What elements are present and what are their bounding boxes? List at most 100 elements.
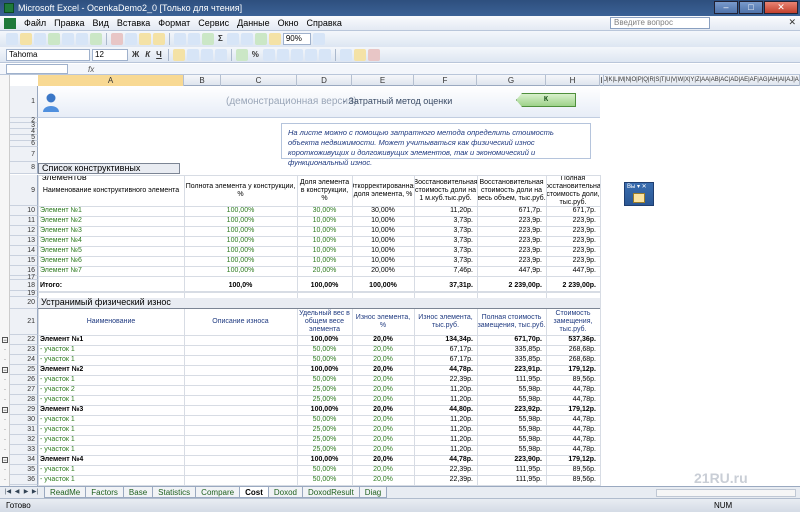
wear-weight[interactable]: 50,00% (297, 415, 352, 425)
wear-full[interactable]: 55,98р. (477, 445, 546, 455)
worksheet-grid[interactable]: A B C D E F G H I J|K|L|M|N|O|P|Q|R|S|T|U|V|W|X|Y… (0, 75, 800, 486)
element-name[interactable]: Элемент №3 (38, 226, 184, 236)
italic-icon[interactable]: К (143, 49, 152, 61)
wear-percent[interactable]: 20,0% (352, 435, 414, 445)
element-per[interactable]: 3,73р. (414, 246, 477, 256)
wear-name[interactable]: - участок 1 (38, 475, 184, 485)
next-tab-icon[interactable]: ▶ (22, 488, 30, 497)
wear-percent[interactable]: 20,0% (352, 465, 414, 475)
element-vol[interactable]: 223,9р. (477, 256, 546, 266)
wear-replacement[interactable]: 44,78р. (546, 435, 600, 445)
help-icon[interactable] (312, 33, 325, 45)
wear-weight[interactable]: 50,00% (297, 355, 352, 365)
spelling-icon[interactable] (90, 33, 102, 45)
hyperlink-icon[interactable] (202, 33, 214, 45)
table1-header[interactable]: Наименование конструктивного элемента (38, 175, 184, 206)
element-adj[interactable]: 10,00% (352, 256, 414, 266)
table1-header[interactable]: Доля элемента в конструкции, % (297, 175, 352, 206)
close-button[interactable]: ✕ (764, 1, 798, 14)
column-header-3[interactable]: D (297, 75, 352, 86)
element-per[interactable]: 3,73р. (414, 236, 477, 246)
wear-replacement[interactable]: 268,68р. (546, 345, 600, 355)
element-adj[interactable]: 10,00% (352, 216, 414, 226)
element-per[interactable]: 3,73р. (414, 256, 477, 266)
element-vol[interactable]: 223,9р. (477, 216, 546, 226)
wear-replacement[interactable]: 179,12р. (546, 365, 600, 375)
wear-weight[interactable]: 50,00% (297, 375, 352, 385)
element-name[interactable]: Элемент №7 (38, 266, 184, 276)
table2-header[interactable]: Износ элемента, % (352, 309, 414, 335)
wear-replacement[interactable]: 44,78р. (546, 415, 600, 425)
permission-icon[interactable] (48, 33, 60, 45)
wear-name[interactable]: - участок 2 (38, 385, 184, 395)
wear-percent[interactable]: 20,0% (352, 475, 414, 485)
element-full[interactable]: 100,00% (184, 216, 297, 226)
column-header-1[interactable]: B (184, 75, 221, 86)
element-share[interactable]: 10,00% (297, 216, 352, 226)
wear-replacement[interactable]: 44,78р. (546, 395, 600, 405)
element-name[interactable]: Элемент №1 (38, 206, 184, 216)
wear-replacement[interactable]: 89,56р. (546, 475, 600, 485)
align-left-icon[interactable] (172, 48, 185, 61)
sheet-tab-doxod[interactable]: Doxod (267, 487, 303, 498)
wear-amount[interactable]: 44,78р. (414, 365, 477, 375)
wear-name[interactable]: - участок 1 (38, 355, 184, 365)
wear-full[interactable]: 55,98р. (477, 425, 546, 435)
element-total[interactable]: 223,9р. (546, 236, 600, 246)
wear-name[interactable]: Элемент №4 (38, 455, 184, 465)
wear-weight[interactable]: 25,00% (297, 395, 352, 405)
wear-amount[interactable]: 11,20р. (414, 435, 477, 445)
menu-window[interactable]: Окно (274, 18, 303, 28)
cut-icon[interactable] (111, 33, 123, 45)
underline-icon[interactable]: Ч (154, 49, 164, 61)
wear-full[interactable]: 223,92р. (477, 405, 546, 415)
wear-amount[interactable]: 44,78р. (414, 455, 477, 465)
wear-amount[interactable]: 11,20р. (414, 415, 477, 425)
row-header[interactable]: 10 (10, 206, 38, 216)
font-color-icon[interactable] (367, 48, 380, 61)
wear-name[interactable]: - участок 1 (38, 425, 184, 435)
excel-doc-icon[interactable] (4, 17, 16, 29)
bold-icon[interactable]: Ж (130, 49, 141, 61)
element-adj[interactable]: 10,00% (352, 236, 414, 246)
wear-full[interactable]: 55,98р. (477, 415, 546, 425)
percent-icon[interactable]: % (250, 49, 261, 61)
row-header[interactable]: 22 (10, 335, 38, 345)
wear-amount[interactable]: 22,39р. (414, 465, 477, 475)
wear-replacement[interactable]: 179,12р. (546, 405, 600, 415)
wear-amount[interactable]: 11,20р. (414, 395, 477, 405)
row-header[interactable]: 34 (10, 455, 38, 465)
table1-header[interactable]: Откорректированная доля элемента, % (352, 175, 414, 206)
help-search-input[interactable]: Введите вопрос (610, 17, 710, 29)
wear-replacement[interactable]: 89,56р. (546, 375, 600, 385)
format-painter-icon[interactable] (153, 33, 165, 45)
total-per[interactable]: 37,31р. (414, 280, 477, 291)
prev-tab-icon[interactable]: ◀ (13, 488, 21, 497)
wear-weight[interactable]: 100,00% (297, 365, 352, 375)
wear-amount[interactable]: 134,34р. (414, 335, 477, 345)
element-total[interactable]: 447,9р. (546, 266, 600, 276)
table2-header[interactable]: Описание износа (184, 309, 297, 335)
drawing-icon[interactable] (268, 33, 281, 45)
element-full[interactable]: 100,00% (184, 266, 297, 276)
wear-replacement[interactable]: 89,56р. (546, 465, 600, 475)
row-header[interactable]: 27 (10, 385, 38, 395)
wear-replacement[interactable]: 179,12р. (546, 455, 600, 465)
wear-name[interactable]: - участок 1 (38, 445, 184, 455)
menu-tools[interactable]: Сервис (194, 18, 233, 28)
total-share[interactable]: 100,00% (297, 280, 352, 291)
element-name[interactable]: Элемент №4 (38, 236, 184, 246)
element-adj[interactable]: 20,00% (352, 266, 414, 276)
element-total[interactable]: 223,9р. (546, 246, 600, 256)
row-header[interactable]: 24 (10, 355, 38, 365)
wear-weight[interactable]: 25,00% (297, 435, 352, 445)
wear-weight[interactable]: 50,00% (297, 465, 352, 475)
wear-name[interactable]: - участок 1 (38, 375, 184, 385)
open-icon[interactable] (20, 33, 32, 45)
row-header[interactable]: 30 (10, 415, 38, 425)
workbook-close-icon[interactable]: ✕ (788, 17, 796, 28)
decrease-indent-icon[interactable] (304, 48, 317, 61)
outline-collapse-icon[interactable]: − (2, 407, 8, 414)
wear-amount[interactable]: 22,39р. (414, 375, 477, 385)
new-icon[interactable] (6, 33, 18, 45)
